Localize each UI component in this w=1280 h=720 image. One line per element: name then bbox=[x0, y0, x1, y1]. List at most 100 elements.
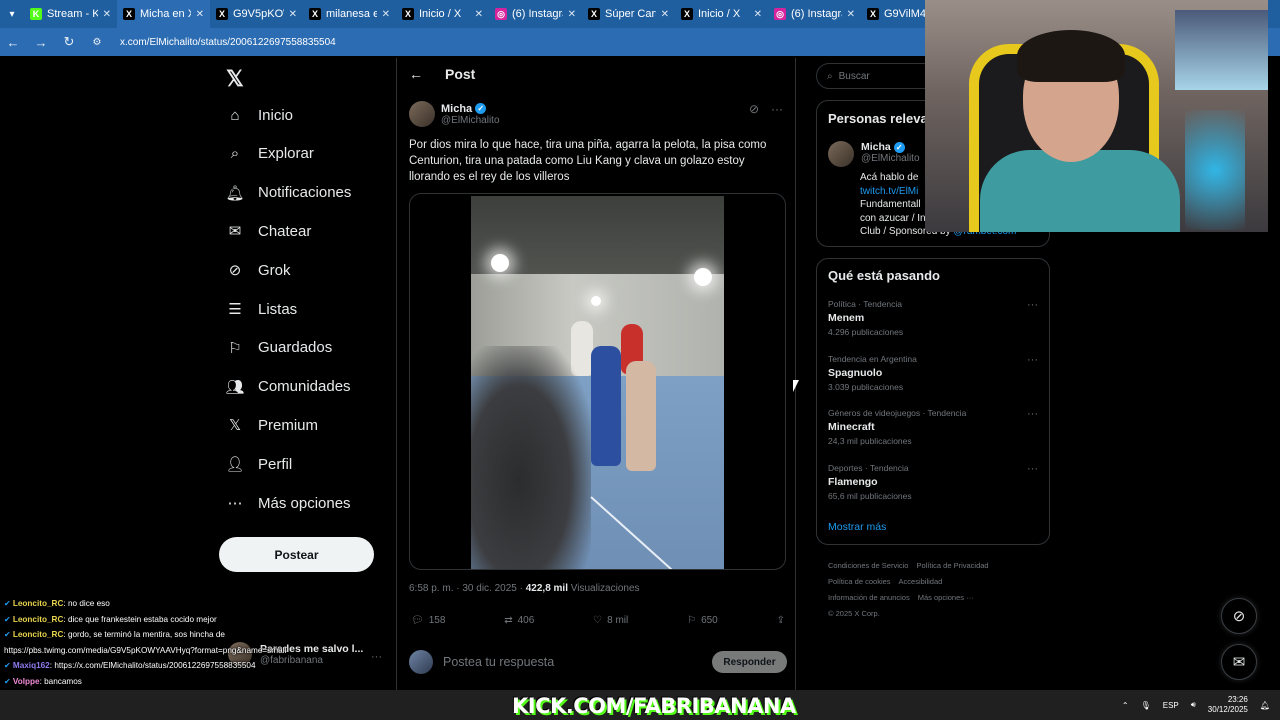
more-options-icon[interactable]: ··· bbox=[1027, 408, 1038, 420]
post-time[interactable]: 6:58 p. m. · 30 dic. 2025 · bbox=[409, 583, 526, 594]
close-icon[interactable]: ✕ bbox=[196, 9, 204, 20]
sidebar-item-inicio[interactable]: ⌂ Inicio bbox=[226, 106, 293, 124]
share-action[interactable]: ⇪ bbox=[777, 615, 785, 626]
close-icon[interactable]: ✕ bbox=[103, 9, 111, 20]
repost-action[interactable]: ⇄ 406 bbox=[504, 615, 534, 626]
close-icon[interactable]: ✕ bbox=[568, 9, 576, 20]
sidebar-item-notificaciones[interactable]: 🔔︎ Notificaciones bbox=[225, 184, 351, 202]
browser-tab[interactable]: X G9V5pKOWYAAVHyq ✕ bbox=[210, 0, 303, 28]
search-icon: ⌕ bbox=[827, 70, 833, 82]
chat-username[interactable]: Leoncito_RC bbox=[13, 615, 64, 624]
chat-text: https://x.com/ElMichalito/status/2006122… bbox=[54, 661, 256, 670]
messages-fab-icon[interactable]: ✉ bbox=[1221, 644, 1257, 680]
chat-username[interactable]: Maxiq162 bbox=[13, 661, 50, 670]
chat-username[interactable]: Leoncito_RC bbox=[13, 599, 64, 608]
sidebar-item-chatear[interactable]: ✉ Chatear bbox=[226, 222, 312, 241]
grok-icon[interactable]: ⊘ bbox=[749, 102, 759, 116]
footer-link[interactable]: Accesibilidad bbox=[899, 577, 943, 586]
mic-icon[interactable]: 🎙︎ bbox=[1141, 701, 1151, 710]
bell-icon: 🔔︎ bbox=[225, 184, 245, 202]
close-icon[interactable]: ✕ bbox=[661, 9, 669, 20]
trend-item[interactable]: Géneros de videojuegos · Tendencia Minecr… bbox=[828, 408, 1038, 446]
site-info-icon[interactable]: ⚙ bbox=[90, 37, 104, 48]
sidebar-item-explorar[interactable]: ⌕ Explorar bbox=[226, 145, 314, 163]
close-icon[interactable]: ✕ bbox=[475, 9, 483, 20]
trend-item[interactable]: Política · Tendencia Menem 4.296 publicaci… bbox=[828, 299, 1038, 337]
footer-link[interactable]: Política de cookies bbox=[828, 577, 891, 586]
relevant-user-name[interactable]: Micha bbox=[861, 141, 891, 153]
trend-item[interactable]: Tendencia en Argentina Spagnuolo 3.039 pub… bbox=[828, 354, 1038, 392]
tab-search-button[interactable]: ▾ bbox=[0, 0, 24, 28]
reply-action[interactable]: 💬︎ 158 bbox=[411, 615, 445, 626]
main-column: ← Post Micha ✓ @ElMichalito ⊘ ··· Por dio… bbox=[396, 58, 796, 720]
back-icon[interactable]: ← bbox=[6, 35, 20, 50]
trend-context: Deportes · Tendencia bbox=[828, 463, 909, 474]
reload-icon[interactable]: ↻ bbox=[62, 34, 76, 50]
clock[interactable]: 23:26 30/12/2025 bbox=[1208, 695, 1248, 715]
avatar[interactable] bbox=[828, 141, 854, 167]
author-handle[interactable]: @ElMichalito bbox=[441, 115, 500, 126]
back-arrow-icon[interactable]: ← bbox=[409, 66, 423, 82]
avatar[interactable] bbox=[409, 101, 435, 127]
post-button[interactable]: Postear bbox=[219, 537, 374, 572]
browser-tab[interactable]: K Stream - Kick ✕ bbox=[24, 0, 117, 28]
sidebar-item-grok[interactable]: ⊘ Grok bbox=[226, 261, 291, 280]
browser-tab[interactable]: X Súper Cartel ✕ bbox=[582, 0, 675, 28]
footer-link[interactable]: Política de Privacidad bbox=[916, 561, 988, 570]
sidebar-item-perfil[interactable]: 👤︎ Perfil bbox=[225, 455, 293, 474]
x-logo-icon[interactable]: 𝕏 bbox=[226, 66, 244, 92]
search-icon: ⌕ bbox=[230, 145, 240, 163]
sidebar-item-comunidades[interactable]: 👥︎ Comunidades bbox=[225, 378, 350, 396]
chat-message: ✔ Leoncito_RC: gordo, se terminó la menti… bbox=[4, 627, 374, 658]
footer-link[interactable]: Más opciones ··· bbox=[918, 593, 974, 602]
author-name[interactable]: Micha bbox=[441, 103, 472, 115]
more-options-icon[interactable]: ··· bbox=[771, 102, 783, 116]
browser-tab[interactable]: X Micha en X ✕ bbox=[117, 0, 210, 28]
close-icon[interactable]: ✕ bbox=[754, 9, 762, 20]
browser-tab[interactable]: X Inicio / X ✕ bbox=[675, 0, 768, 28]
verified-icon: ✓ bbox=[475, 103, 487, 114]
grok-fab-icon[interactable]: ⊘ bbox=[1221, 598, 1257, 634]
speaker-icon[interactable]: 🔊︎ bbox=[1191, 700, 1196, 710]
kick-icon: K bbox=[30, 8, 42, 20]
browser-tab[interactable]: Xmilanesa en X ✕ bbox=[303, 0, 396, 28]
post-video[interactable] bbox=[409, 193, 786, 570]
video-frame[interactable] bbox=[471, 196, 724, 569]
chat-username[interactable]: Volppe bbox=[13, 677, 40, 686]
close-icon[interactable]: ✕ bbox=[847, 9, 855, 20]
browser-tab[interactable]: ◎ (6) Instagram ✕ bbox=[768, 0, 861, 28]
more-options-icon[interactable]: ··· bbox=[1027, 463, 1038, 475]
sidebar-item-más-opciones[interactable]: ⋯ Más opciones bbox=[226, 494, 351, 513]
url-field[interactable]: x.com/ElMichalito/status/200612269755883… bbox=[120, 37, 336, 48]
page-title: Post bbox=[445, 66, 476, 82]
views-count: 422,8 mil bbox=[525, 583, 568, 594]
language-indicator[interactable]: ESP bbox=[1163, 701, 1179, 710]
sidebar-item-premium[interactable]: 𝕏 Premium bbox=[226, 416, 318, 435]
close-icon[interactable]: ✕ bbox=[382, 9, 390, 20]
trend-item[interactable]: Deportes · Tendencia Flamengo 65,6 mil pub… bbox=[828, 463, 1038, 501]
like-action[interactable]: ♡ 8 mil bbox=[593, 615, 628, 626]
browser-tab[interactable]: ◎ (6) Instagram ✕ bbox=[489, 0, 582, 28]
relevant-user-handle[interactable]: @ElMichalito bbox=[861, 153, 920, 164]
more-options-icon[interactable]: ··· bbox=[1027, 354, 1038, 366]
sidebar-item-guardados[interactable]: ⚐ Guardados bbox=[226, 339, 332, 357]
post-author[interactable]: Micha ✓ @ElMichalito bbox=[409, 101, 500, 127]
footer-link[interactable]: Condiciones de Servicio bbox=[828, 561, 908, 570]
more-options-icon[interactable]: ··· bbox=[1027, 299, 1038, 311]
bookmark-action[interactable]: ⚐ 650 bbox=[687, 615, 718, 626]
close-icon[interactable]: ✕ bbox=[289, 9, 297, 20]
footer-link[interactable]: © 2025 X Corp. bbox=[828, 609, 880, 618]
notification-icon[interactable]: 🔔︎ bbox=[1260, 701, 1270, 710]
sidebar-item-label: Perfil bbox=[258, 455, 293, 473]
reply-button[interactable]: Responder bbox=[712, 651, 787, 673]
show-more-link[interactable]: Mostrar más bbox=[828, 521, 886, 533]
relevant-user[interactable]: Micha ✓ @ElMichalito bbox=[828, 141, 920, 167]
sidebar-item-listas[interactable]: ☰ Listas bbox=[226, 300, 297, 319]
footer-link[interactable]: Información de anuncios bbox=[828, 593, 910, 602]
reply-input[interactable]: Postea tu respuesta bbox=[443, 655, 712, 669]
browser-tab[interactable]: X Inicio / X ✕ bbox=[396, 0, 489, 28]
share-icon: ⇪ bbox=[776, 615, 785, 626]
chevron-up-icon[interactable]: ⌃ bbox=[1122, 701, 1129, 710]
forward-icon[interactable]: → bbox=[34, 35, 48, 50]
chat-username[interactable]: Leoncito_RC bbox=[13, 630, 64, 639]
